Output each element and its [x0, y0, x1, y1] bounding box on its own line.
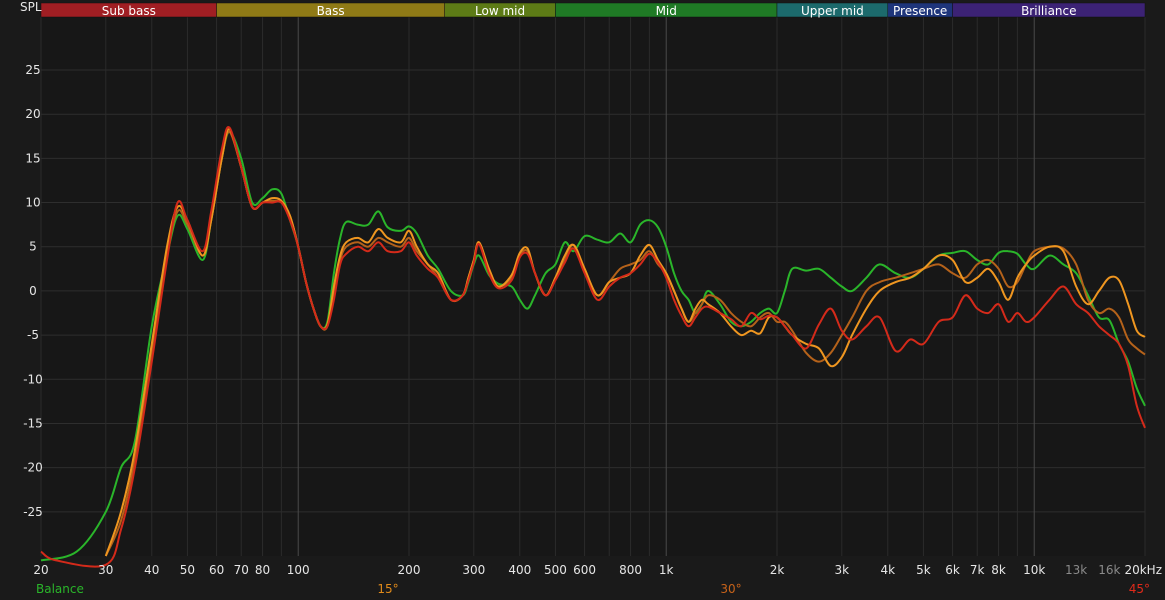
band-label: Mid [656, 4, 677, 18]
x-tick-label: 10k [1023, 563, 1045, 577]
y-tick-label: 20 [25, 107, 40, 121]
x-tick-label: 6k [945, 563, 960, 577]
y-axis-label: SPL [20, 0, 42, 14]
y-tick-label: -25 [23, 505, 43, 519]
x-tick-label: 3k [835, 563, 850, 577]
x-tick-label: 2k [770, 563, 785, 577]
spl-chart-svg: Sub bass Bass Low mid Mid Upper mid Presence B… [0, 0, 1165, 600]
y-tick-label: 25 [25, 63, 40, 77]
x-tick-label: 800 [619, 563, 642, 577]
x-tick-label: 8k [991, 563, 1006, 577]
x-tick-label: 7k [970, 563, 985, 577]
x-tick-label: 20kHz [1124, 563, 1162, 577]
x-tick-label: 20 [33, 563, 48, 577]
x-tick-label: 1k [659, 563, 674, 577]
x-tick-label: 100 [287, 563, 310, 577]
y-tick-label: 0 [29, 284, 37, 298]
x-tick-label: 60 [209, 563, 224, 577]
band-label: Brilliance [1021, 4, 1076, 18]
band-label: Upper mid [801, 4, 864, 18]
x-tick-label: 400 [508, 563, 531, 577]
band-label: Presence [893, 4, 947, 18]
frequency-response-chart: Sub bass Bass Low mid Mid Upper mid Presence B… [0, 0, 1165, 600]
y-tick-label: -5 [27, 328, 39, 342]
y-tick-label: 15 [25, 151, 40, 165]
y-tick-label: 5 [29, 240, 37, 254]
frequency-bands-bar: Sub bass Bass Low mid Mid Upper mid Presence B… [40, 2, 1146, 18]
band-label: Sub bass [102, 4, 156, 18]
legend-item: Balance [36, 582, 84, 596]
y-tick-label: 10 [25, 196, 40, 210]
y-tick-label: -10 [23, 372, 43, 386]
x-tick-label: 4k [880, 563, 895, 577]
x-tick-label: 80 [255, 563, 270, 577]
x-tick-label: 50 [180, 563, 195, 577]
x-tick-label: 16k [1098, 563, 1120, 577]
x-tick-label: 70 [234, 563, 249, 577]
y-tick-label: -20 [23, 461, 43, 475]
legend-item: 45° [1129, 582, 1150, 596]
y-tick-label: -15 [23, 416, 43, 430]
x-tick-label: 200 [398, 563, 421, 577]
x-tick-label: 13k [1065, 563, 1087, 577]
x-tick-label: 30 [98, 563, 113, 577]
x-tick-label: 500 [544, 563, 567, 577]
band-label: Bass [317, 4, 345, 18]
x-tick-label: 300 [462, 563, 485, 577]
x-tick-label: 600 [573, 563, 596, 577]
x-tick-label: 5k [916, 563, 931, 577]
legend-item: 15° [377, 582, 398, 596]
x-tick-label: 40 [144, 563, 159, 577]
legend-item: 30° [720, 582, 741, 596]
band-label: Low mid [475, 4, 525, 18]
